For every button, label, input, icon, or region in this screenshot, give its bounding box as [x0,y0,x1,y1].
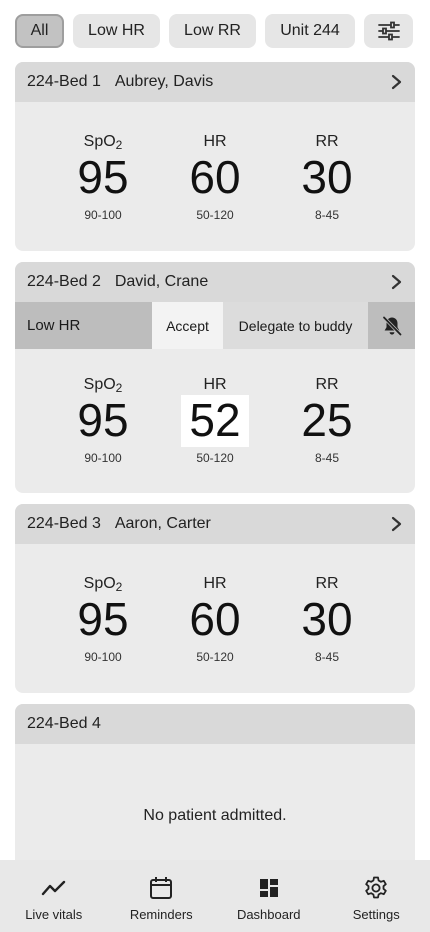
filter-chip-unit[interactable]: Unit 244 [265,14,355,48]
vital-rr: RR 25 8-45 [271,375,383,465]
mute-alert-button[interactable] [368,302,415,349]
bottom-nav: Live vitals Reminders Dashboard Settings [0,860,430,932]
gear-icon [365,876,387,899]
empty-bed-message: No patient admitted. [143,807,287,824]
vital-range: 8-45 [314,650,340,664]
vital-range: 90-100 [84,650,122,664]
patient-card[interactable]: 224-Bed 1 Aubrey, Davis SpO2 95 90-100 H… [15,62,415,251]
patient-card[interactable]: 224-Bed 3 Aaron, Carter SpO2 95 90-100 H… [15,504,415,693]
vital-range: 8-45 [314,208,340,222]
delegate-to-buddy-button[interactable]: Delegate to buddy [223,302,368,349]
vital-value: 95 [77,151,129,203]
nav-live-vitals[interactable]: Live vitals [0,860,108,932]
alert-bar: Low HR Accept Delegate to buddy [15,302,415,349]
vital-spo2: SpO2 95 90-100 [47,574,159,664]
bed-label: 224-Bed 1 [27,73,101,90]
sliders-icon [377,21,400,41]
accept-button[interactable]: Accept [152,302,223,349]
vital-hr: HR 60 50-120 [159,574,271,664]
vital-range: 8-45 [314,451,340,465]
bed-label: 224-Bed 2 [27,273,101,290]
bed-label: 224-Bed 3 [27,515,101,532]
vital-value: 60 [189,151,241,203]
chevron-right-icon[interactable] [389,74,403,90]
bell-off-icon [382,315,402,336]
vital-spo2: SpO2 95 90-100 [47,132,159,222]
filter-settings-button[interactable] [364,14,413,48]
vital-value: 25 [301,394,353,446]
chevron-right-icon[interactable] [389,516,403,532]
dashboard-grid-icon [259,879,278,897]
vital-range: 90-100 [84,451,122,465]
vital-rr: RR 30 8-45 [271,132,383,222]
vital-value: 95 [77,394,129,446]
filter-chip-low-rr[interactable]: Low RR [169,14,256,48]
vital-value: 30 [301,593,353,645]
filter-bar: All Low HR Low RR Unit 244 [15,14,415,50]
alert-label: Low HR [15,302,152,349]
vital-range: 50-120 [196,650,234,664]
vital-value: 95 [77,593,129,645]
patient-card-header[interactable]: 224-Bed 1 Aubrey, Davis [15,62,415,102]
patient-card-header: 224-Bed 4 [15,704,415,744]
vital-range: 90-100 [84,208,122,222]
vital-hr: HR 52 50-120 [159,375,271,465]
vital-value: 60 [189,593,241,645]
vital-range: 50-120 [196,208,234,222]
nav-reminders[interactable]: Reminders [108,860,216,932]
patient-name: Aaron, Carter [114,515,211,532]
vital-value-alert: 52 [181,395,249,447]
empty-bed-card: 224-Bed 4 No patient admitted. [15,704,415,874]
vital-spo2: SpO2 95 90-100 [47,375,159,465]
calendar-icon [150,877,173,899]
bed-label: 224-Bed 4 [27,715,101,732]
vital-value: 30 [301,151,353,203]
patient-card-header[interactable]: 224-Bed 3 Aaron, Carter [15,504,415,544]
patient-name: David, Crane [114,273,209,290]
chevron-right-icon[interactable] [389,274,403,290]
patient-card-header[interactable]: 224-Bed 2 David, Crane [15,262,415,302]
filter-chip-low-hr[interactable]: Low HR [73,14,160,48]
vital-hr: HR 60 50-120 [159,132,271,222]
nav-settings[interactable]: Settings [323,860,430,932]
vital-range: 50-120 [196,451,234,465]
filter-chip-all[interactable]: All [15,14,64,48]
patient-card[interactable]: 224-Bed 2 David, Crane Low HR Accept Del… [15,262,415,493]
trend-line-icon [41,880,65,896]
vital-rr: RR 30 8-45 [271,574,383,664]
nav-dashboard[interactable]: Dashboard [215,860,323,932]
patient-name: Aubrey, Davis [114,73,214,90]
